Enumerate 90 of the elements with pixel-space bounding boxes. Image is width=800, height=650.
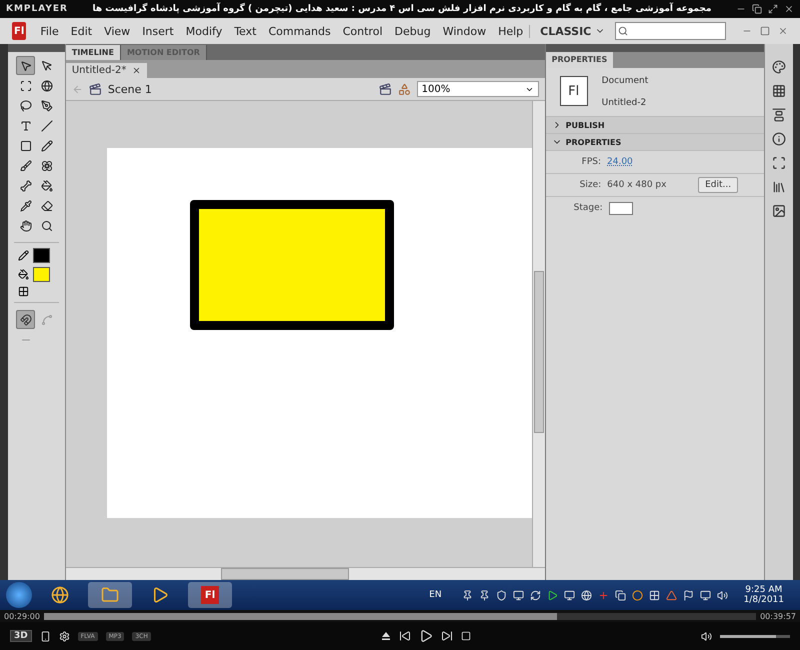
paint-bucket-icon[interactable] (18, 269, 29, 280)
window-title: مجموعه آموزشی جامع ، گام به گام و کاربردی نرم افزار فلش سی اس ۴ مدرس : سعید هدایی (تیچرمن ) گروه آموزشی پادشاه گرافیست ها (91, 4, 712, 14)
volume-icon[interactable] (701, 630, 712, 642)
plus-icon[interactable] (598, 590, 609, 600)
app-logo: Fl (12, 22, 26, 40)
flag-icon[interactable] (682, 590, 694, 600)
magnet-icon[interactable] (16, 310, 35, 329)
image-icon[interactable] (772, 204, 786, 218)
grid-icon[interactable] (772, 84, 786, 98)
transform-icon[interactable] (772, 156, 786, 170)
play-icon[interactable] (546, 590, 558, 600)
taskbar-app[interactable]: Fl (188, 582, 232, 608)
clock[interactable]: 9:25 AM 1/8/2011 (744, 585, 784, 605)
total-time: 00:39:57 (760, 612, 796, 620)
shapes-icon[interactable] (398, 82, 411, 96)
windows-icon[interactable] (614, 590, 626, 600)
pin-icon[interactable] (478, 590, 490, 600)
monitor-icon[interactable] (564, 590, 575, 600)
document-tab[interactable]: Untitled-2* (66, 63, 148, 78)
section-header[interactable]: PROPERTIES (546, 134, 764, 151)
stage-color-swatch[interactable] (608, 202, 633, 214)
search-icon (618, 26, 628, 36)
stage-label: Stage: (574, 203, 603, 213)
menu-item[interactable]: Commands (262, 24, 337, 38)
swap-colors-icon[interactable] (18, 286, 29, 297)
search-field[interactable] (615, 22, 726, 40)
maximize-icon[interactable] (768, 4, 778, 14)
triangle-icon[interactable] (666, 590, 677, 600)
menu-item[interactable]: View (98, 24, 136, 38)
rectangle-shape[interactable] (190, 200, 394, 330)
menu-item[interactable]: Help (492, 24, 530, 38)
menu-item[interactable]: Modify (180, 24, 228, 38)
monitor-icon[interactable] (512, 590, 524, 600)
maximize-icon[interactable] (760, 26, 770, 36)
stop-icon[interactable] (460, 631, 471, 641)
menu-item[interactable]: Control (336, 24, 388, 38)
section-header[interactable]: PUBLISH (546, 117, 764, 134)
menu-item[interactable]: Text (228, 24, 262, 38)
play-icon[interactable] (418, 629, 433, 643)
speaker-icon[interactable] (716, 590, 728, 600)
seek-bar[interactable] (44, 612, 756, 620)
phone-icon[interactable] (40, 630, 51, 642)
close-icon[interactable] (778, 26, 788, 36)
zoom-dropdown[interactable]: 100% (416, 81, 539, 97)
start-button[interactable] (6, 582, 32, 608)
pencil-icon[interactable] (18, 250, 29, 261)
library-icon[interactable] (772, 180, 786, 194)
circle-icon[interactable] (632, 590, 643, 600)
size-value: 640 x 480 px (607, 180, 666, 190)
language-indicator[interactable]: EN (429, 590, 442, 600)
color-swatch[interactable] (33, 248, 50, 263)
document-type: Document (602, 76, 648, 86)
menu-item[interactable]: Insert (136, 24, 180, 38)
previous-icon[interactable] (398, 630, 411, 642)
volume-slider[interactable] (720, 634, 790, 638)
close-icon[interactable] (132, 66, 142, 75)
restore-icon[interactable] (752, 4, 762, 14)
palette-icon[interactable] (772, 60, 786, 74)
clapperboard-icon[interactable] (378, 82, 392, 96)
globe-icon[interactable] (580, 590, 592, 600)
align-icon[interactable] (772, 108, 786, 122)
vertical-scrollbar[interactable] (532, 101, 545, 567)
next-icon[interactable] (440, 630, 453, 642)
pin-icon[interactable] (462, 590, 473, 600)
scene-label: Scene 1 (108, 82, 152, 96)
elapsed-time: 00:29:00 (4, 612, 40, 620)
menu-item[interactable]: Window (436, 24, 492, 38)
panel-tab[interactable]: TIMELINE (66, 45, 121, 60)
menu-item[interactable]: Debug (388, 24, 437, 38)
info-icon[interactable] (772, 132, 786, 146)
3d-mode-button[interactable]: 3D (10, 630, 32, 642)
folder-icon[interactable] (88, 582, 132, 608)
close-icon[interactable] (784, 4, 794, 14)
menu-item[interactable]: Edit (64, 24, 98, 38)
settings-icon[interactable] (58, 630, 70, 642)
fps-label: FPS: (582, 157, 601, 167)
clapperboard-icon[interactable] (88, 82, 102, 96)
edit-button[interactable]: Edit... (698, 177, 738, 193)
panel-tab[interactable]: PROPERTIES (546, 52, 614, 68)
color-swatch[interactable] (33, 267, 50, 282)
document-icon: Fl (560, 76, 588, 106)
player-logo: KMPLAYER (6, 4, 68, 14)
eject-icon[interactable] (380, 631, 391, 641)
fps-value[interactable]: 24.00 (607, 157, 633, 167)
document-name: Untitled-2 (602, 98, 648, 108)
size-label: Size: (580, 180, 602, 190)
shield-icon[interactable] (496, 590, 507, 600)
horizontal-scrollbar[interactable] (66, 567, 545, 580)
menu-item[interactable]: File (34, 24, 65, 38)
refresh-icon[interactable] (530, 590, 541, 600)
